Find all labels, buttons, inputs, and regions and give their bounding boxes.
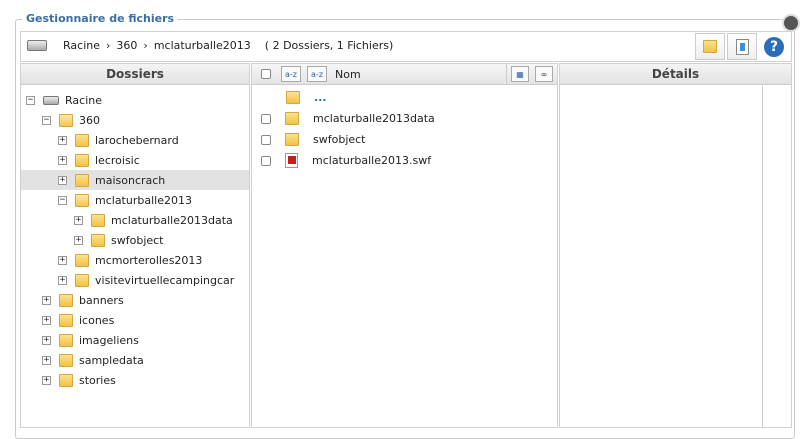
folder-icon [59, 313, 73, 327]
breadcrumb-current[interactable]: mclaturballe2013 [154, 39, 251, 52]
expand-icon[interactable]: + [42, 375, 51, 385]
folder-add-icon [703, 40, 717, 53]
tree-node-imageliens[interactable]: + imageliens [21, 330, 249, 350]
legend-title: Gestionnaire de fichiers [22, 12, 179, 25]
folder-icon [59, 373, 73, 387]
expand-icon[interactable]: + [74, 235, 83, 245]
sort-type-button[interactable]: a-z [281, 66, 301, 82]
row-checkbox[interactable] [261, 134, 271, 145]
expand-icon[interactable]: + [42, 335, 51, 345]
folder-tree: − Racine − 360 + larochebernard + lecroi… [21, 85, 249, 390]
tree-node-sampledata[interactable]: + sampledata [21, 350, 249, 370]
folder-icon [59, 353, 73, 367]
tree-node-lecroisic[interactable]: + lecroisic [21, 150, 249, 170]
folder-icon [75, 273, 89, 287]
tree-node-maisoncrach[interactable]: + maisoncrach [21, 170, 249, 190]
view-list-button[interactable]: ▦ [511, 66, 529, 82]
expand-icon[interactable]: + [42, 295, 51, 305]
expand-icon[interactable]: + [58, 175, 67, 185]
folder-up-icon [286, 91, 300, 104]
select-all-checkbox[interactable] [261, 69, 271, 79]
help-icon: ? [764, 36, 784, 57]
list-item[interactable]: mclaturballe2013.swf [252, 150, 557, 171]
expand-icon[interactable]: + [58, 155, 67, 165]
folder-summary: ( 2 Dossiers, 1 Fichiers) [264, 39, 394, 52]
folder-icon [91, 213, 105, 227]
folder-open-icon [75, 193, 89, 207]
expand-icon[interactable]: + [74, 215, 83, 225]
help-button[interactable]: ? [759, 33, 789, 60]
folders-header: Dossiers [21, 64, 249, 85]
binoculars-icon: ∞ [540, 69, 548, 79]
folder-icon [285, 133, 299, 146]
swf-file-icon [285, 153, 298, 168]
expand-icon[interactable]: + [42, 355, 51, 365]
tree-node-mcmorterolles2013[interactable]: + mcmorterolles2013 [21, 250, 249, 270]
list-item[interactable]: mclaturballe2013data [252, 108, 557, 129]
expand-icon[interactable]: + [58, 275, 67, 285]
breadcrumb: Racine › 360 › mclaturballe2013 ( 2 Doss… [27, 39, 393, 52]
sort-name-button[interactable]: a-z [307, 66, 327, 82]
expand-icon[interactable]: + [58, 135, 67, 145]
folder-icon [75, 153, 89, 167]
folder-icon [285, 112, 299, 125]
new-folder-button[interactable] [695, 33, 725, 60]
details-content [560, 86, 763, 427]
search-button[interactable]: ∞ [535, 66, 553, 82]
file-list-panel: a-z a-z Nom ▦ ∞ ... mclaturballe2013data… [251, 63, 558, 428]
drive-icon [43, 95, 59, 105]
tree-node-mclaturballe2013[interactable]: − mclaturballe2013 [21, 190, 249, 210]
expand-icon[interactable]: + [58, 255, 67, 265]
upload-icon [735, 38, 749, 55]
folder-icon [75, 253, 89, 267]
folder-icon [59, 333, 73, 347]
collapse-icon[interactable]: − [42, 115, 51, 125]
list-item-parent[interactable]: ... [252, 87, 557, 108]
tree-node-visitevirtuellecampingcar[interactable]: + visitevirtuellecampingcar [21, 270, 249, 290]
details-panel: Détails [559, 63, 792, 428]
tree-node-swfobject[interactable]: + swfobject [21, 230, 249, 250]
row-checkbox[interactable] [261, 155, 271, 166]
grid-icon: ▦ [516, 69, 524, 79]
collapse-icon[interactable]: − [58, 195, 67, 205]
folders-panel: Dossiers − Racine − 360 + larochebernard… [20, 63, 250, 428]
upload-button[interactable] [727, 33, 757, 60]
file-list: ... mclaturballe2013data swfobject mclat… [252, 85, 557, 171]
column-name[interactable]: Nom [335, 68, 361, 81]
folder-icon [59, 293, 73, 307]
folder-icon [75, 173, 89, 187]
tree-node-360[interactable]: − 360 [21, 110, 249, 130]
row-checkbox[interactable] [261, 113, 271, 124]
close-icon[interactable] [782, 14, 800, 32]
drive-icon [27, 40, 47, 51]
tree-node-banners[interactable]: + banners [21, 290, 249, 310]
expand-icon[interactable]: + [42, 315, 51, 325]
tree-node-mclaturballe2013data[interactable]: + mclaturballe2013data [21, 210, 249, 230]
breadcrumb-root[interactable]: Racine [63, 39, 100, 52]
breadcrumb-separator: › [106, 39, 111, 52]
collapse-icon[interactable]: − [26, 95, 35, 105]
list-item[interactable]: swfobject [252, 129, 557, 150]
tree-node-larochebernard[interactable]: + larochebernard [21, 130, 249, 150]
folder-icon [91, 233, 105, 247]
breadcrumb-360[interactable]: 360 [116, 39, 137, 52]
folder-icon [75, 133, 89, 147]
file-list-header: a-z a-z Nom ▦ ∞ [252, 64, 557, 85]
breadcrumb-separator: › [143, 39, 148, 52]
tree-node-icones[interactable]: + icones [21, 310, 249, 330]
tree-node-stories[interactable]: + stories [21, 370, 249, 390]
path-toolbar: Racine › 360 › mclaturballe2013 ( 2 Doss… [20, 31, 792, 62]
details-header: Détails [560, 64, 791, 85]
tree-node-root[interactable]: − Racine [21, 90, 249, 110]
folder-open-icon [59, 113, 73, 127]
